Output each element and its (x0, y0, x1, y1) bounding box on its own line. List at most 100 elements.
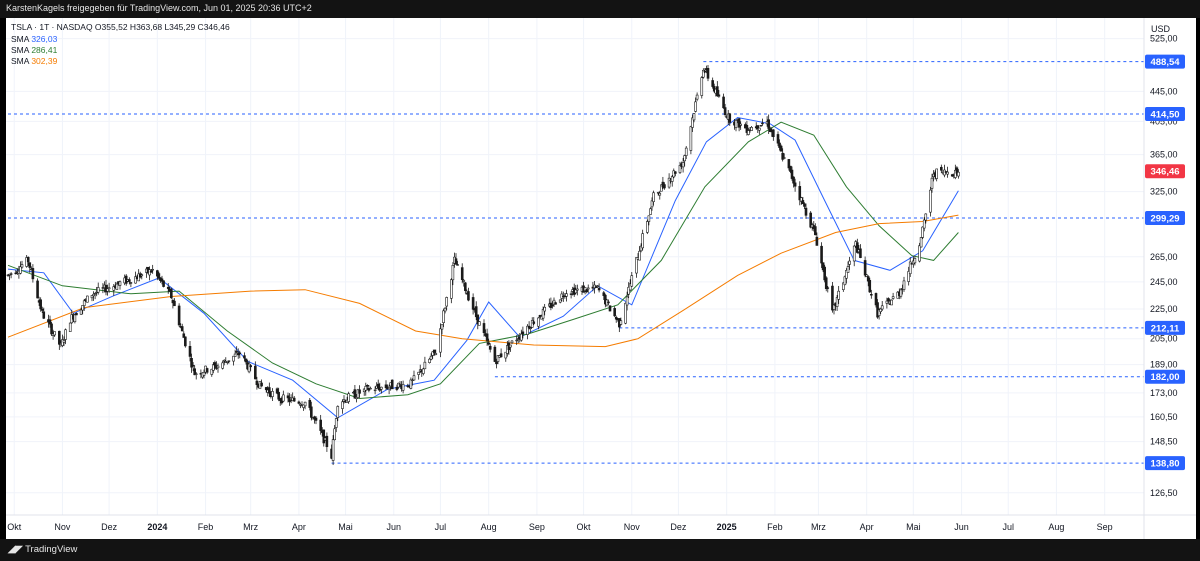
candle[interactable] (170, 287, 173, 300)
legend-sma-row[interactable]: SMA 326,03 (11, 34, 58, 44)
candle[interactable] (943, 164, 946, 178)
candle[interactable] (260, 379, 263, 387)
candle[interactable] (902, 276, 906, 292)
candle[interactable] (53, 331, 56, 337)
candle[interactable] (635, 257, 638, 278)
candle[interactable] (935, 168, 938, 182)
candle[interactable] (412, 370, 416, 381)
candle[interactable] (899, 288, 903, 299)
candle[interactable] (499, 348, 503, 358)
candle[interactable] (868, 277, 872, 293)
candle[interactable] (19, 261, 22, 275)
candle[interactable] (772, 129, 775, 141)
candle[interactable] (613, 306, 616, 318)
candle[interactable] (409, 377, 413, 390)
candle[interactable] (722, 93, 725, 109)
candle[interactable] (173, 298, 176, 307)
candle[interactable] (940, 164, 943, 173)
candle[interactable] (86, 295, 89, 303)
candle[interactable] (641, 229, 644, 251)
candle[interactable] (353, 385, 357, 399)
candle[interactable] (221, 360, 224, 370)
candle[interactable] (464, 282, 467, 294)
candle[interactable] (890, 299, 893, 306)
candle[interactable] (454, 253, 458, 265)
candle[interactable] (758, 127, 761, 135)
candle[interactable] (558, 299, 562, 304)
candle[interactable] (31, 264, 35, 283)
candle[interactable] (58, 330, 61, 350)
candle[interactable] (946, 166, 949, 178)
candle[interactable] (859, 244, 862, 259)
candle[interactable] (450, 278, 453, 304)
candle[interactable] (891, 292, 895, 300)
candle[interactable] (442, 308, 445, 328)
candle[interactable] (576, 284, 579, 296)
legend-sma-row[interactable]: SMA 286,41 (11, 45, 58, 55)
candle[interactable] (929, 186, 932, 217)
candle[interactable] (303, 401, 307, 410)
candle[interactable] (118, 280, 122, 290)
candle[interactable] (478, 320, 481, 326)
candle[interactable] (467, 287, 470, 302)
candle[interactable] (624, 302, 627, 325)
candle[interactable] (151, 264, 154, 274)
candle[interactable] (226, 361, 229, 365)
legend-sma-row[interactable]: SMA 302,39 (11, 56, 58, 66)
candle[interactable] (471, 293, 475, 315)
candle[interactable] (364, 382, 368, 396)
candle[interactable] (90, 295, 94, 302)
candle[interactable] (369, 386, 372, 390)
candle[interactable] (716, 81, 719, 97)
candle[interactable] (852, 245, 856, 267)
candle[interactable] (734, 119, 738, 132)
candle[interactable] (205, 367, 209, 375)
candle[interactable] (282, 390, 285, 403)
candle[interactable] (759, 125, 763, 127)
candle[interactable] (863, 256, 867, 278)
candle[interactable] (702, 68, 705, 79)
candle[interactable] (689, 125, 693, 155)
candle[interactable] (919, 237, 923, 248)
candle[interactable] (630, 271, 634, 287)
candle[interactable] (232, 355, 235, 366)
candle[interactable] (695, 92, 699, 102)
candle[interactable] (401, 380, 405, 394)
candle[interactable] (493, 345, 497, 363)
candle[interactable] (325, 432, 329, 452)
candle[interactable] (694, 97, 697, 113)
candle[interactable] (597, 283, 601, 293)
candle[interactable] (908, 257, 912, 277)
candle[interactable] (608, 305, 612, 312)
candle[interactable] (565, 289, 568, 302)
candle[interactable] (488, 343, 492, 353)
candle[interactable] (569, 291, 573, 299)
candle[interactable] (618, 318, 621, 333)
price-chart[interactable]: Okt Nov Dez 2024 Feb Mrz Apr Mai Jun Jul Aug Sep Okt… (6, 18, 1196, 539)
candle[interactable] (233, 349, 237, 358)
candle[interactable] (649, 207, 652, 215)
tradingview-logo[interactable]: ◢◤ TradingView (8, 544, 77, 555)
candle[interactable] (92, 291, 95, 301)
candle[interactable] (36, 278, 39, 299)
candle[interactable] (129, 282, 133, 288)
chart-area[interactable]: Okt Nov Dez 2024 Feb Mrz Apr Mai Jun Jul Aug Sep Okt… (6, 18, 1196, 539)
candle[interactable] (271, 388, 274, 401)
candle[interactable] (814, 223, 817, 236)
candle[interactable] (585, 289, 588, 294)
candle[interactable] (700, 76, 704, 99)
candle[interactable] (68, 322, 72, 332)
candle[interactable] (177, 303, 181, 327)
candle[interactable] (520, 329, 523, 342)
candle[interactable] (292, 396, 296, 402)
candle[interactable] (750, 126, 753, 131)
candle[interactable] (101, 283, 105, 294)
candle[interactable] (184, 336, 187, 348)
candle[interactable] (180, 323, 184, 332)
candle[interactable] (423, 356, 427, 370)
candle[interactable] (706, 64, 710, 82)
candle[interactable] (549, 297, 553, 311)
candle[interactable] (162, 280, 165, 288)
candle[interactable] (297, 400, 301, 405)
candle[interactable] (824, 276, 828, 292)
